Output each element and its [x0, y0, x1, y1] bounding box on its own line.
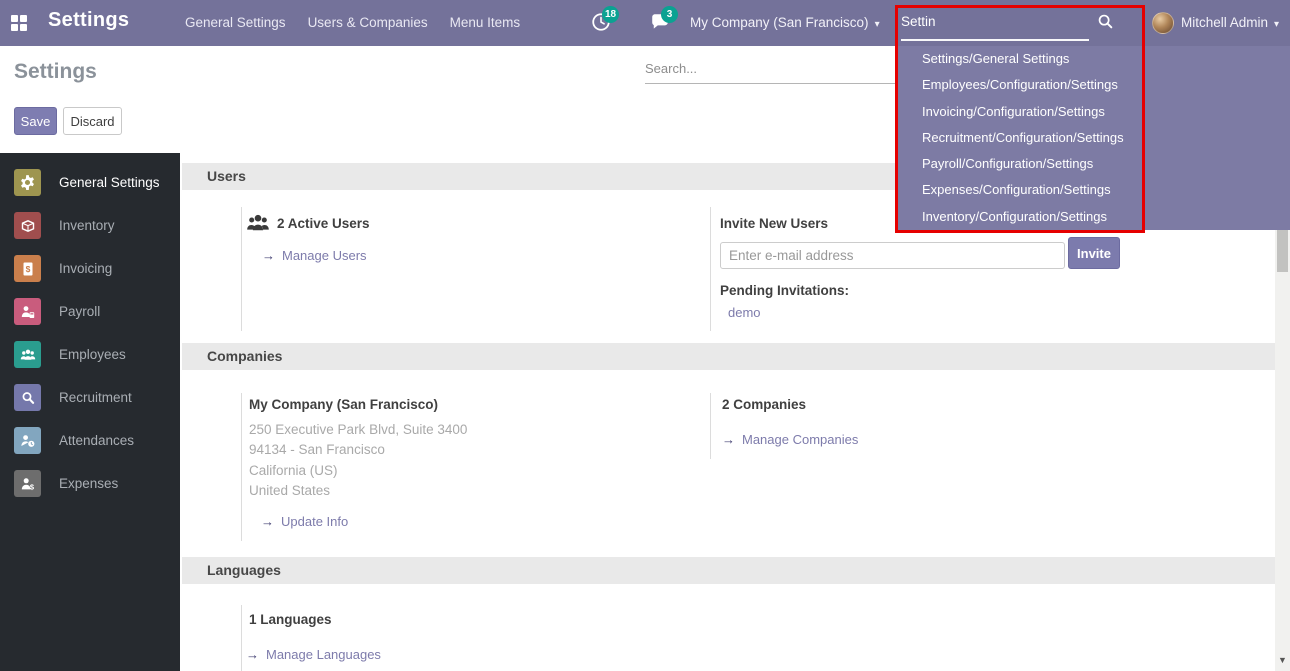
sidebar-item-attendances[interactable]: Attendances [0, 419, 180, 462]
sidebar-item-label: Attendances [59, 433, 134, 448]
messages-badge: 3 [661, 6, 678, 23]
invite-new-users-label: Invite New Users [720, 216, 828, 231]
sidebar-item-label: Inventory [59, 218, 115, 233]
company-address-line: 250 Executive Park Blvd, Suite 3400 [249, 422, 467, 437]
top-menu: General Settings Users & Companies Menu … [185, 15, 520, 30]
companies-count: 2 Companies [722, 397, 806, 412]
search-suggestion[interactable]: Inventory/Configuration/Settings [895, 204, 1290, 230]
magnifier-icon [14, 384, 41, 411]
search-suggestion[interactable]: Invoicing/Configuration/Settings [895, 99, 1290, 125]
active-users-count: 2 Active Users [277, 216, 370, 231]
sidebar-item-recruitment[interactable]: Recruitment [0, 376, 180, 419]
user-menu[interactable]: Mitchell Admin ▾ [1181, 15, 1279, 30]
arrow-right-icon: → [722, 432, 735, 447]
company-address-line: United States [249, 483, 330, 498]
company-address-line: California (US) [249, 463, 338, 478]
settings-sidebar: General Settings Inventory $ Invoicing P… [0, 153, 180, 671]
payroll-icon [14, 298, 41, 325]
svg-text:$: $ [29, 482, 34, 491]
page-title: Settings [14, 60, 97, 84]
activities-badge: 18 [602, 6, 619, 23]
search-suggestion[interactable]: Payroll/Configuration/Settings [895, 151, 1290, 177]
expenses-icon: $ [14, 470, 41, 497]
employees-icon [14, 341, 41, 368]
search-suggestion[interactable]: Recruitment/Configuration/Settings [895, 125, 1290, 151]
arrow-right-icon: → [262, 248, 275, 263]
divider [710, 207, 711, 331]
sidebar-item-inventory[interactable]: Inventory [0, 204, 180, 247]
sidebar-item-label: Expenses [59, 476, 118, 491]
sidebar-item-label: Invoicing [59, 261, 112, 276]
company-name: My Company (San Francisco) [249, 397, 438, 412]
scrollbar-down-arrow[interactable]: ▼ [1275, 655, 1290, 669]
user-menu-label: Mitchell Admin [1181, 15, 1268, 30]
sidebar-item-general-settings[interactable]: General Settings [0, 161, 180, 204]
top-navbar: Settings General Settings Users & Compan… [0, 0, 1290, 46]
sidebar-item-employees[interactable]: Employees [0, 333, 180, 376]
navbar-search-input[interactable] [901, 8, 1086, 34]
invite-button[interactable]: Invite [1068, 237, 1120, 269]
gear-icon [14, 169, 41, 196]
divider [241, 207, 242, 331]
svg-text:$: $ [25, 264, 30, 274]
search-suggestion[interactable]: Settings/General Settings [895, 46, 1290, 72]
users-group-icon [246, 211, 270, 235]
divider [710, 393, 711, 459]
section-header-languages: Languages [182, 557, 1277, 584]
arrow-right-icon: → [261, 514, 274, 529]
odoo-settings-app: Settings General Settings Users & Compan… [0, 0, 1290, 671]
sidebar-item-invoicing[interactable]: $ Invoicing [0, 247, 180, 290]
attendance-icon [14, 427, 41, 454]
search-suggestion[interactable]: Expenses/Configuration/Settings [895, 177, 1290, 203]
divider [241, 393, 242, 541]
messages-chat-icon[interactable]: 3 [650, 12, 670, 32]
search-icon[interactable] [1097, 13, 1114, 30]
box-icon [14, 212, 41, 239]
sidebar-item-label: General Settings [59, 175, 160, 190]
arrow-right-icon: → [246, 647, 259, 662]
company-address-line: 94134 - San Francisco [249, 442, 385, 457]
chevron-down-icon: ▾ [875, 19, 880, 30]
company-switcher-label: My Company (San Francisco) [690, 15, 869, 30]
pending-invitations-label: Pending Invitations: [720, 283, 849, 298]
sidebar-item-expenses[interactable]: $ Expenses [0, 462, 180, 505]
manage-users-link[interactable]: →Manage Users [262, 248, 367, 263]
section-header-companies: Companies [182, 343, 1277, 370]
nav-item-general-settings[interactable]: General Settings [185, 15, 286, 30]
app-title[interactable]: Settings [48, 9, 129, 32]
search-suggestion[interactable]: Employees/Configuration/Settings [895, 72, 1290, 98]
sidebar-item-label: Payroll [59, 304, 100, 319]
sidebar-item-label: Recruitment [59, 390, 132, 405]
sidebar-item-payroll[interactable]: Payroll [0, 290, 180, 333]
nav-item-users-companies[interactable]: Users & Companies [308, 15, 428, 30]
sidebar-item-label: Employees [59, 347, 126, 362]
manage-companies-link[interactable]: →Manage Companies [722, 432, 858, 447]
settings-content: Users 2 Active Users →Manage Users Invit… [180, 153, 1290, 671]
divider [241, 605, 242, 671]
activities-clock-icon[interactable]: 18 [591, 12, 611, 32]
update-info-link[interactable]: →Update Info [261, 514, 348, 529]
invoice-icon: $ [14, 255, 41, 282]
search-underline [901, 39, 1089, 41]
pending-user-link[interactable]: demo [728, 305, 761, 320]
user-avatar[interactable] [1152, 12, 1174, 34]
scrollbar-thumb[interactable] [1277, 230, 1288, 272]
invite-email-field[interactable] [720, 242, 1065, 269]
manage-languages-link[interactable]: →Manage Languages [246, 647, 381, 662]
languages-count: 1 Languages [249, 612, 332, 627]
apps-grid-icon[interactable] [11, 15, 27, 31]
discard-button[interactable]: Discard [63, 107, 122, 135]
company-switcher[interactable]: My Company (San Francisco) ▾ [690, 15, 880, 30]
search-suggestions-dropdown: Settings/General Settings Employees/Conf… [895, 46, 1290, 230]
save-button[interactable]: Save [14, 107, 57, 135]
nav-item-menu-items[interactable]: Menu Items [450, 15, 521, 30]
chevron-down-icon: ▾ [1274, 19, 1279, 30]
